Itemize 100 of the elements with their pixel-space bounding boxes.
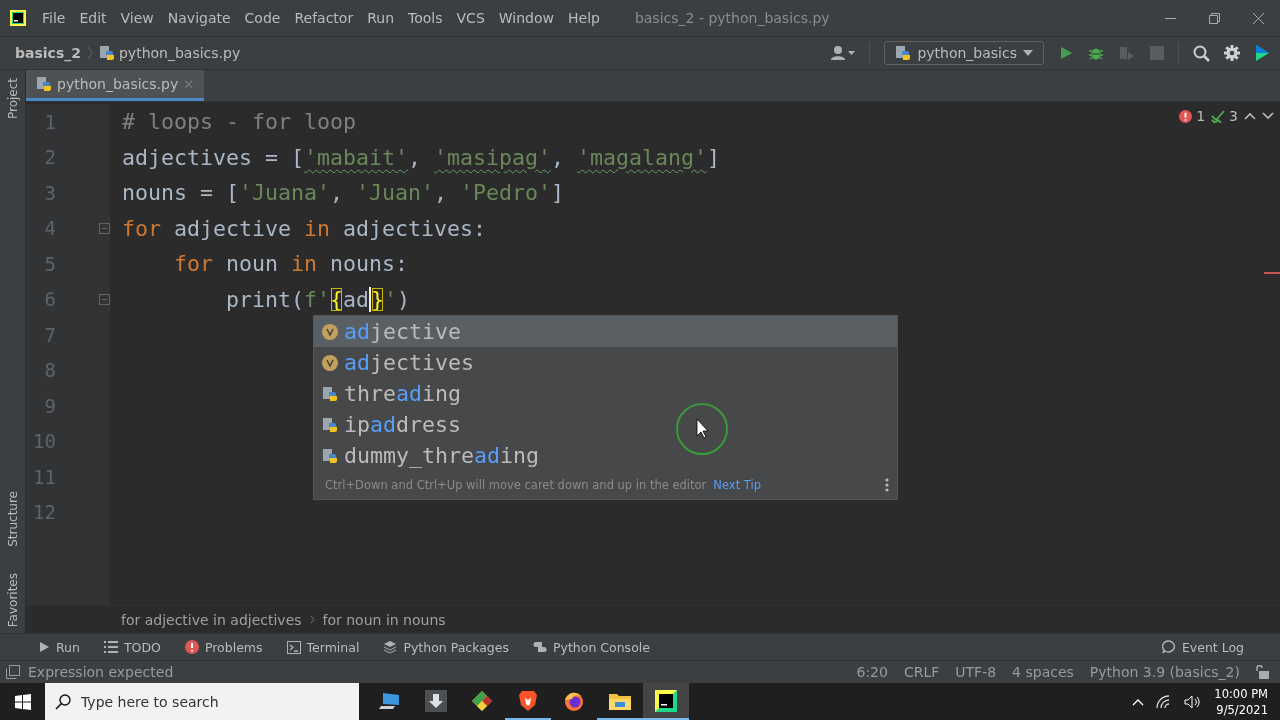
check-icon[interactable]	[1211, 109, 1226, 123]
mouse-cursor-icon	[674, 401, 730, 457]
variable-icon	[322, 323, 338, 340]
tool-window-button[interactable]: Terminal	[274, 639, 372, 655]
run-icon	[38, 641, 50, 653]
user-dropdown-icon[interactable]	[831, 45, 856, 61]
code-token: noun	[225, 251, 280, 277]
completion-item[interactable]: dummy_threading	[344, 443, 540, 468]
completion-item[interactable]: adjectives	[344, 350, 475, 375]
layers-icon	[383, 640, 398, 654]
tool-window-button[interactable]: Problems	[172, 639, 275, 655]
code-token: adjective	[173, 215, 293, 241]
menu-item[interactable]: Window	[491, 10, 561, 26]
more-icon[interactable]	[885, 478, 889, 492]
python-module-icon	[322, 416, 338, 433]
run-icon[interactable]	[1058, 45, 1074, 61]
tool-window-button[interactable]: TODO	[91, 639, 173, 655]
folder-icon[interactable]	[609, 691, 631, 710]
breadcrumb-item[interactable]: for noun in nouns	[322, 611, 446, 628]
status-message: Expression expected	[28, 664, 174, 680]
search-field[interactable]: Type here to search	[45, 683, 359, 720]
code-token: adjectives = [	[122, 144, 304, 170]
code-token: ,	[330, 180, 345, 206]
caret-icon[interactable]	[1023, 50, 1033, 56]
restore-icon[interactable]	[1208, 12, 1220, 24]
completion-item[interactable]: ipaddress	[344, 412, 462, 437]
error-icon[interactable]	[1179, 109, 1193, 123]
diamond-icon[interactable]	[471, 689, 493, 712]
windows-logo-icon[interactable]	[14, 693, 31, 710]
status-item[interactable]: 6:20	[856, 664, 888, 680]
file-breadcrumb[interactable]: python_basics.py	[119, 45, 241, 61]
toolbox-logo-icon[interactable]	[1254, 44, 1270, 62]
code-token: 'mabait'	[304, 144, 409, 170]
code-token: f'	[304, 286, 331, 312]
error-icon	[184, 640, 199, 654]
lion-shield-icon[interactable]	[518, 689, 538, 712]
warning-count: 3	[1229, 108, 1238, 124]
code-token: ,	[408, 144, 423, 170]
error-marker[interactable]	[1264, 272, 1280, 274]
next-tip-link[interactable]: Next Tip	[713, 478, 761, 492]
side-panel-tab[interactable]: Favorites	[5, 572, 20, 627]
code-token: ]	[707, 144, 721, 170]
download-icon[interactable]	[425, 689, 447, 712]
menu-item[interactable]: Navigate	[160, 10, 238, 26]
run-configuration-dropdown[interactable]: python_basics	[884, 41, 1044, 65]
variable-icon	[322, 354, 338, 371]
project-breadcrumb[interactable]: basics_2	[15, 45, 81, 61]
code-token: adjectives:	[342, 215, 487, 241]
menu-item[interactable]: Tools	[401, 10, 450, 26]
error-count: 1	[1196, 108, 1206, 124]
terminal-icon	[286, 640, 301, 654]
tool-window-button[interactable]: Python Console	[521, 639, 662, 655]
menu-item[interactable]: Refactor	[287, 10, 361, 26]
side-panel-tab[interactable]: Structure	[5, 490, 20, 547]
code-token: 'masipag'	[434, 144, 552, 170]
status-item[interactable]: UTF-8	[955, 664, 997, 680]
breadcrumb-item[interactable]: for adjective in adjectives	[121, 611, 302, 628]
event-log-button[interactable]: Event Log	[1149, 639, 1256, 655]
pc-logo-icon[interactable]	[655, 689, 677, 712]
clock-date[interactable]: 9/5/2021	[1216, 701, 1268, 718]
search-icon[interactable]	[1193, 44, 1210, 62]
window-title: basics_2 - python_basics.py	[634, 10, 830, 26]
editor-tab[interactable]: python_basics.py ✕	[26, 70, 205, 101]
menu-item[interactable]: View	[113, 10, 161, 26]
python-module-icon	[322, 385, 338, 402]
code-token: )	[397, 286, 411, 312]
unlock-icon[interactable]	[1256, 665, 1270, 679]
search-icon	[55, 694, 71, 710]
close-icon[interactable]	[1252, 12, 1264, 24]
chevron-up-icon[interactable]	[1132, 697, 1145, 706]
completion-item[interactable]: threading	[344, 381, 462, 406]
panel-toggle-icon[interactable]	[6, 665, 20, 679]
side-panel-tab[interactable]: Project	[5, 78, 20, 120]
code-token: 'magalang'	[577, 144, 708, 170]
computer-icon[interactable]	[379, 690, 401, 711]
speaker-icon[interactable]	[1184, 694, 1203, 709]
code-token: in	[291, 251, 318, 277]
tool-window-button[interactable]: Run	[26, 639, 92, 655]
menu-item[interactable]: Help	[561, 10, 607, 26]
minimize-icon[interactable]	[1164, 17, 1176, 19]
status-item[interactable]: CRLF	[903, 664, 940, 680]
menu-item[interactable]: Code	[237, 10, 288, 26]
settings-icon[interactable]	[1224, 45, 1240, 61]
code-token: for	[122, 215, 161, 241]
completion-hint: Ctrl+Down and Ctrl+Up will move caret down and up in the editor	[325, 478, 707, 492]
completion-item[interactable]: adjective	[344, 319, 462, 344]
code-token: ad	[343, 286, 372, 312]
menu-item[interactable]: VCS	[449, 10, 492, 26]
code-token: ,	[551, 144, 566, 170]
status-item[interactable]: Python 3.9 (basics_2)	[1089, 664, 1240, 680]
code-token: 'Pedro'	[460, 180, 552, 206]
tool-window-button[interactable]: Python Packages	[371, 639, 521, 655]
status-item[interactable]: 4 spaces	[1012, 664, 1074, 680]
menu-item[interactable]: Run	[360, 10, 402, 26]
code-token: ]	[551, 180, 565, 206]
speech-bubble-icon	[1161, 640, 1176, 654]
menu-item[interactable]: Edit	[72, 10, 114, 26]
menu-item[interactable]: File	[35, 10, 73, 26]
clock-time[interactable]: 10:00 PM	[1214, 685, 1268, 702]
list-icon	[103, 641, 118, 653]
